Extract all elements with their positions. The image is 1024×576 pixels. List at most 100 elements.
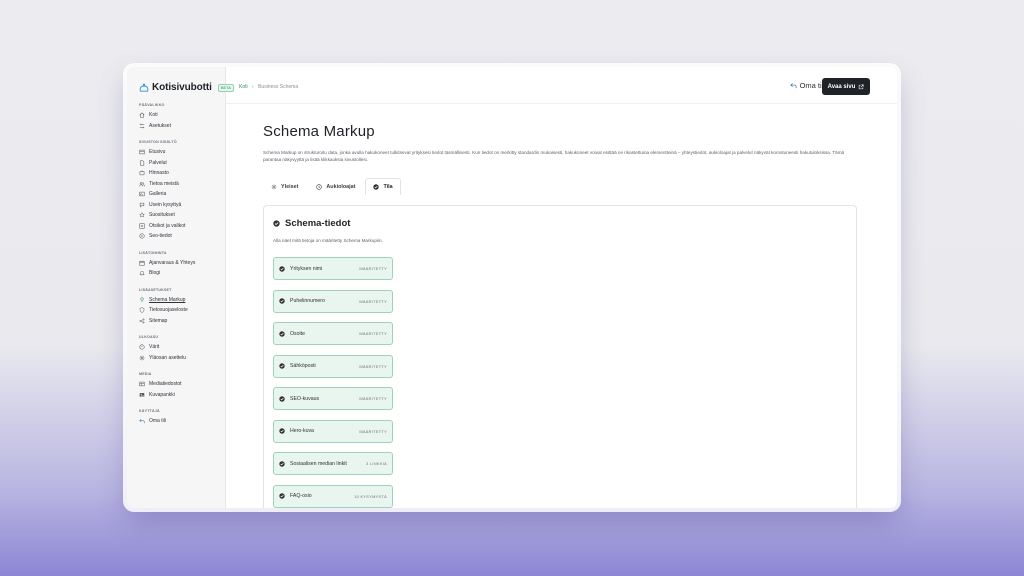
schema-field-item: SEO-kuvaus MÄÄRITETTY <box>273 387 393 410</box>
breadcrumb: Koti › Business Schema <box>239 84 298 90</box>
palette-icon <box>139 344 145 350</box>
nav-section-title: MEDIA <box>139 372 152 376</box>
schema-field-name: FAQ-osio <box>290 493 312 499</box>
top-bar: Koti › Business Schema Oma tili Avaa siv… <box>226 67 897 104</box>
breadcrumb-separator: › <box>252 84 254 90</box>
breadcrumb-home-link[interactable]: Koti <box>239 84 248 90</box>
tab-tila[interactable]: Tila <box>365 178 401 195</box>
sidebar-item-ajanvaraus-yhteys[interactable]: Ajanvaraus & Yhteys <box>139 258 223 269</box>
schema-field-status: MÄÄRITETTY <box>359 298 387 304</box>
sidebar-item-label: Suositukset <box>149 212 175 219</box>
tab-aukioloajat[interactable]: Aukioloajat <box>308 178 363 195</box>
sidebar-item-koti[interactable]: Koti <box>139 110 223 121</box>
sidebar-item-suositukset[interactable]: Suositukset <box>139 210 223 221</box>
nav-section-title: ULKOASU <box>139 335 159 339</box>
sidebar-item-tietosuojaseloste[interactable]: Tietosuojaseloste <box>139 305 223 316</box>
sidebar-item-label: Usein kysyttyä <box>149 201 182 208</box>
sidebar-item-label: Kuvapankki <box>149 391 175 398</box>
sidebar-item-label: Palvelut <box>149 159 167 166</box>
settings-icon <box>139 123 145 128</box>
schema-field-item: Sosiaalisen median linkit 3 LINKKIÄ <box>273 452 393 475</box>
users-icon <box>139 181 145 187</box>
sidebar-item-kuvapankki[interactable]: Kuvapankki <box>139 390 223 401</box>
sidebar-item-label: Asetukset <box>149 122 171 129</box>
sidebar-item-oma-tili[interactable]: Oma tili <box>139 416 223 427</box>
panel-subtitle: Alla näet mitä tietoja on määritetty Sch… <box>273 238 383 243</box>
sidebar-item-yläosan-asettelu[interactable]: Yläosan asettelu <box>139 353 223 364</box>
sidebar-item-label: Etusivu <box>149 149 166 156</box>
sidebar-item-sitemap[interactable]: Sitemap <box>139 316 223 327</box>
sidebar-item-usein-kysyttyä[interactable]: Usein kysyttyä <box>139 200 223 211</box>
home-icon <box>139 112 145 118</box>
schema-field-name: SEO-kuvaus <box>290 395 320 402</box>
back-arrow-icon <box>789 83 797 89</box>
tab-yleiset[interactable]: Yleiset <box>263 178 306 195</box>
schema-field-status: MÄÄRITETTY <box>359 396 387 401</box>
sidebar-item-galleria[interactable]: Galleria <box>139 189 223 200</box>
photo-icon <box>139 392 145 397</box>
pin-icon <box>140 297 144 302</box>
account-button[interactable]: Oma tili <box>789 81 825 90</box>
sidebar-item-label: Blogi <box>149 270 161 277</box>
schema-field-item: FAQ-osio 10 KYSYMYSTÄ <box>273 484 393 508</box>
schema-field-item: Hero-kuva MÄÄRITETTY <box>273 419 393 443</box>
check-circle-icon <box>279 460 285 467</box>
schema-field-name: Yrityksen nimi <box>290 265 323 272</box>
nav-section-title: PÄÄVALIKKO <box>139 103 165 107</box>
calendar-icon <box>139 260 145 266</box>
schema-field-item: Puhelinnumero MÄÄRITETTY <box>273 289 393 313</box>
check-circle-icon <box>279 493 285 499</box>
sidebar-item-seo-tiedot[interactable]: Seo-tiedot <box>139 231 223 242</box>
sidebar-item-label: Ajanvaraus & Yhteys <box>149 259 196 266</box>
nav-section-title: LISÄASETUKSET <box>139 287 172 292</box>
robot-logo-icon <box>139 83 149 92</box>
schema-field-item: Yrityksen nimi MÄÄRITETTY <box>273 257 393 280</box>
schema-field-item: Sähköposti MÄÄRITETTY <box>273 354 393 378</box>
schema-field-status: MÄÄRITETTY <box>359 428 387 434</box>
sidebar-nav: PÄÄVALIKKO Koti Asetukset SIVUSTON SISÄLTÖ E… <box>139 103 223 427</box>
brand[interactable]: Kotisivubotti BETA <box>139 82 234 93</box>
sidebar-item-label: Värit <box>149 344 160 351</box>
schema-field-name: Osoite <box>290 330 305 337</box>
menu-icon <box>139 223 145 229</box>
schema-field-name: Sosiaalisen median linkit <box>290 460 347 467</box>
star-icon <box>139 212 145 218</box>
question-icon <box>139 202 145 208</box>
sidebar-item-blogi[interactable]: Blogi <box>139 268 223 279</box>
app-window: Kotisivubotti BETA PÄÄVALIKKO Koti Asetuks… <box>127 67 897 508</box>
sidebar-item-label: Galleria <box>149 191 167 198</box>
sidebar-item-label: Tietoa meistä <box>149 180 179 187</box>
breadcrumb-current: Business Schema <box>258 84 299 90</box>
sidebar-item-värit[interactable]: Värit <box>139 342 223 353</box>
schema-field-status: 3 LINKKIÄ <box>366 461 387 466</box>
schema-field-status: MÄÄRITETTY <box>359 266 387 271</box>
sidebar-item-schema-markup[interactable]: Schema Markup <box>139 295 223 306</box>
schema-field-status: MÄÄRITETTY <box>359 331 387 336</box>
nav-section-title: LISÄTOIMINTA <box>139 250 167 255</box>
schema-field-status: MÄÄRITETTY <box>359 363 387 369</box>
schema-field-name: Sähköposti <box>290 363 316 369</box>
sidebar: Kotisivubotti BETA PÄÄVALIKKO Koti Asetuks… <box>127 67 234 508</box>
sidebar-item-label: Koti <box>149 112 158 119</box>
gear-icon <box>271 184 277 190</box>
bell-icon <box>139 271 145 276</box>
sidebar-item-palvelut[interactable]: Palvelut <box>139 158 223 169</box>
tag-icon <box>139 171 145 176</box>
open-site-button[interactable]: Avaa sivu <box>822 78 870 95</box>
shield-icon <box>139 307 145 313</box>
check-circle-icon <box>279 330 285 337</box>
schema-field-list: Yrityksen nimi MÄÄRITETTY Puhelinnumero MÄÄ… <box>273 257 393 508</box>
sidebar-item-hinnasto[interactable]: Hinnasto <box>139 168 223 179</box>
brand-name: Kotisivubotti <box>152 82 212 93</box>
check-circle-icon <box>279 428 285 434</box>
nav-section-title: SIVUSTON SISÄLTÖ <box>139 140 177 144</box>
sidebar-item-label: Tietosuojaseloste <box>149 307 188 314</box>
sidebar-item-mediatiedostot[interactable]: Mediatiedostot <box>139 379 223 390</box>
sidebar-item-otsikot-ja-valikot[interactable]: Otsikot ja valikot <box>139 221 223 232</box>
page-description: Schema Markup on strukturoitu data, jonk… <box>263 149 845 163</box>
sidebar-item-tietoa-meistä[interactable]: Tietoa meistä <box>139 179 223 190</box>
sidebar-item-etusivu[interactable]: Etusivu <box>139 147 223 158</box>
sidebar-item-asetukset[interactable]: Asetukset <box>139 121 223 132</box>
sidebar-item-label: Seo-tiedot <box>149 233 172 240</box>
schema-field-name: Puhelinnumero <box>290 298 325 304</box>
